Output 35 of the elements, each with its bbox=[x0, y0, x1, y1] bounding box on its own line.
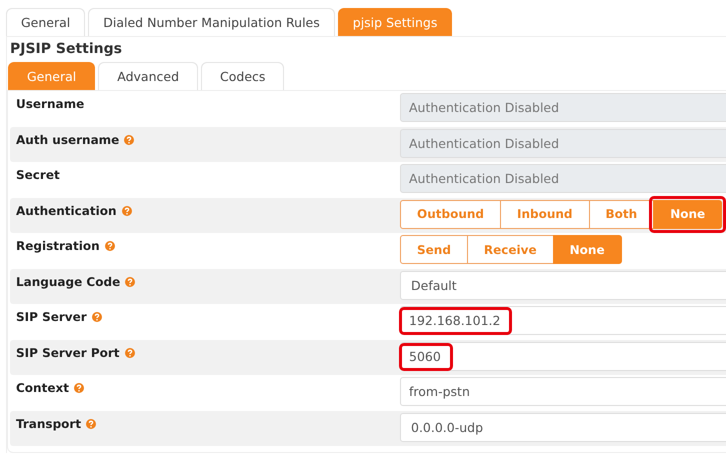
section-heading: PJSIP Settings bbox=[10, 41, 123, 57]
input-field[interactable]: from-pstn bbox=[400, 377, 726, 406]
help-icon[interactable] bbox=[92, 312, 102, 322]
option-button[interactable]: Inbound bbox=[500, 200, 590, 228]
option-button[interactable]: None bbox=[552, 235, 622, 264]
field-label: SIP Server Port bbox=[16, 346, 120, 360]
field-label: Secret bbox=[16, 168, 60, 182]
help-icon[interactable] bbox=[74, 383, 84, 393]
field-label: Auth username bbox=[16, 132, 120, 146]
option-button[interactable]: Outbound bbox=[400, 200, 501, 228]
help-icon[interactable] bbox=[104, 241, 115, 251]
field-label: Context bbox=[16, 381, 69, 395]
field-label: Authentication bbox=[16, 204, 116, 218]
field-label: Username bbox=[16, 97, 84, 111]
select-field[interactable]: 0.0.0.0-udp bbox=[400, 412, 726, 442]
help-icon[interactable] bbox=[86, 418, 96, 428]
field-label: Transport bbox=[16, 416, 82, 430]
tab[interactable]: Codecs bbox=[201, 62, 284, 90]
input-field[interactable]: 192.168.101.2 bbox=[400, 306, 726, 335]
input-field[interactable]: 5060 bbox=[400, 342, 726, 370]
help-icon[interactable] bbox=[122, 206, 132, 216]
tab[interactable]: Advanced bbox=[98, 62, 198, 90]
tab[interactable]: General bbox=[8, 62, 96, 90]
field-label: Language Code bbox=[16, 274, 120, 288]
option-button[interactable]: Both bbox=[588, 200, 654, 228]
help-icon[interactable] bbox=[124, 348, 135, 358]
tab[interactable]: pjsip Settings bbox=[338, 8, 452, 36]
tab[interactable]: Dialed Number Manipulation Rules bbox=[88, 8, 335, 36]
field-label: Registration bbox=[16, 239, 100, 253]
field-label: SIP Server bbox=[16, 310, 87, 324]
select-field[interactable]: Default bbox=[400, 270, 726, 300]
help-icon[interactable] bbox=[125, 276, 136, 286]
option-button[interactable]: Send bbox=[400, 235, 468, 264]
tab[interactable]: General bbox=[6, 8, 86, 36]
option-button[interactable]: Receive bbox=[466, 235, 554, 264]
